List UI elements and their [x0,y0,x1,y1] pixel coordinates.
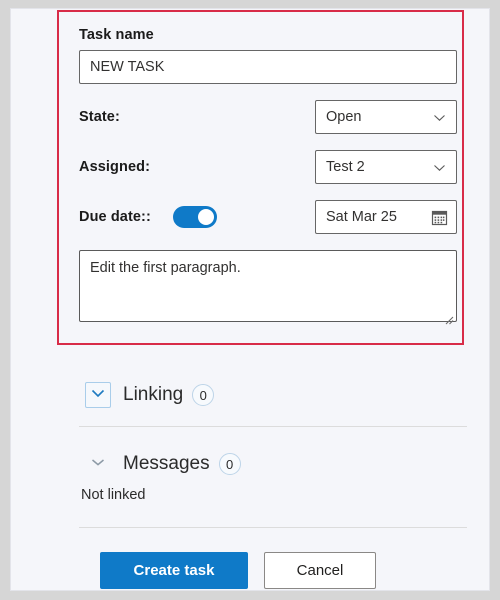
assigned-row: Assigned: Test 2 [79,150,457,184]
assigned-dropdown[interactable]: Test 2 [315,150,457,184]
state-dropdown-value: Open [326,109,362,125]
cancel-button[interactable]: Cancel [264,552,376,589]
notes-textarea[interactable] [79,250,457,322]
due-date-label: Due date:: [79,209,151,225]
messages-expand-toggle[interactable] [85,451,111,477]
chevron-down-icon [433,161,446,174]
messages-section: Messages 0 [85,451,241,477]
state-label: State: [79,109,120,125]
calendar-icon[interactable] [431,209,448,226]
messages-title: Messages [123,453,210,474]
linking-expand-toggle[interactable] [85,382,111,408]
messages-count-badge: 0 [218,453,241,475]
due-date-value: Sat Mar 25 [326,209,397,225]
divider-footer [79,527,467,528]
toggle-knob [197,209,214,225]
linking-section: Linking 0 [85,382,215,408]
task-form: Task name State: Open Assigned: [79,27,457,327]
chevron-down-icon [433,111,446,124]
due-date-picker[interactable]: Sat Mar 25 [315,200,457,234]
due-date-row: Due date:: Sat Mar 25 [79,200,457,234]
assigned-label: Assigned: [79,159,150,175]
divider-linking [79,426,467,427]
task-name-label: Task name [79,27,154,43]
state-dropdown[interactable]: Open [315,100,457,134]
highlight-rectangle-top-edge [57,10,464,12]
state-row: State: Open [79,100,457,134]
button-bar: Create task Cancel [100,552,376,589]
linking-count-badge: 0 [192,384,215,406]
chevron-down-icon [90,385,106,406]
assigned-dropdown-value: Test 2 [326,159,365,175]
task-name-input[interactable] [79,50,457,84]
create-task-button[interactable]: Create task [100,552,248,589]
task-pane-panel: Task name State: Open Assigned: [10,8,490,591]
due-date-toggle[interactable] [172,206,217,228]
app-window-frame: Task name State: Open Assigned: [0,0,500,600]
link-status-text: Not linked [81,487,146,503]
chevron-down-icon [90,454,106,475]
linking-title: Linking [123,384,184,405]
notes-wrapper [79,250,457,327]
